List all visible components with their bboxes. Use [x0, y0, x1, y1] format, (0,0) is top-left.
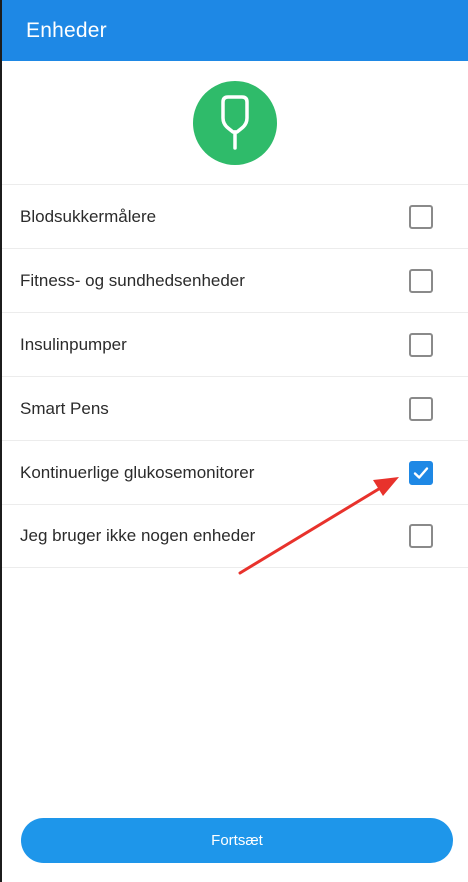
- checkbox-cgm[interactable]: [409, 460, 433, 485]
- checkbox-smart-pens[interactable]: [409, 396, 433, 421]
- checkmark-icon: [413, 466, 429, 479]
- screen: Enheder Blodsukkermålere Fitness- og sun…: [0, 0, 468, 882]
- device-row-blodsukkermalere[interactable]: Blodsukkermålere: [2, 184, 468, 248]
- checkbox-none[interactable]: [409, 524, 433, 548]
- app-bar: Enheder: [2, 0, 468, 61]
- checkbox-fitness[interactable]: [409, 268, 433, 293]
- device-list: Blodsukkermålere Fitness- og sundhedsenh…: [2, 184, 468, 568]
- device-row-insulinpumper[interactable]: Insulinpumper: [2, 312, 468, 376]
- hero-section: [2, 61, 468, 184]
- device-label: Jeg bruger ikke nogen enheder: [20, 526, 256, 545]
- device-row-cgm[interactable]: Kontinuerlige glukosemonitorer: [2, 440, 468, 504]
- device-label: Fitness- og sundhedsenheder: [20, 270, 245, 290]
- device-row-fitness[interactable]: Fitness- og sundhedsenheder: [2, 248, 468, 312]
- hero-icon-circle: [193, 80, 277, 165]
- checkbox-insulinpumper[interactable]: [409, 332, 433, 357]
- device-label: Insulinpumper: [20, 334, 127, 354]
- device-label: Blodsukkermålere: [20, 206, 157, 226]
- device-row-smart-pens[interactable]: Smart Pens: [2, 376, 468, 440]
- checkbox-blodsukkermalere[interactable]: [409, 204, 433, 229]
- device-row-none[interactable]: Jeg bruger ikke nogen enheder: [2, 504, 468, 568]
- device-label: Smart Pens: [20, 398, 109, 418]
- device-label: Kontinuerlige glukosemonitorer: [20, 462, 255, 482]
- continue-button[interactable]: Fortsæt: [21, 818, 453, 863]
- glucose-meter-icon: [221, 94, 249, 150]
- page-title: Enheder: [26, 18, 107, 42]
